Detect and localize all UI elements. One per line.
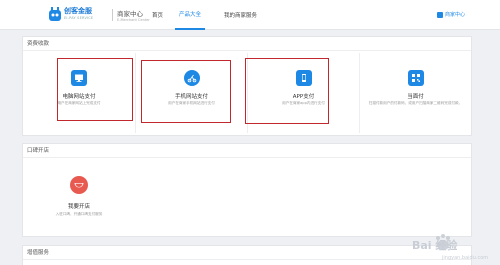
card-desc: 入驻口碑，开通口碑支付服务 bbox=[55, 212, 103, 216]
brand-divider bbox=[112, 9, 113, 21]
nav-home[interactable]: 首页 bbox=[152, 0, 163, 30]
watermark-sub: jingyan.baidu.com bbox=[441, 255, 488, 261]
brand-logo-icon bbox=[49, 7, 61, 21]
section-title: 口碑开店 bbox=[23, 144, 471, 158]
merchant-center-subtitle: E-Merchant Center bbox=[117, 18, 150, 22]
nav-my-services[interactable]: 我的商家服务 bbox=[224, 0, 257, 30]
card-desc: 扫描付款用户的付款码，或用户扫描商家二维码完成付款。 bbox=[368, 101, 463, 105]
watermark-text: Bai 经验 bbox=[412, 238, 458, 252]
nav-products[interactable]: 产品大全 bbox=[175, 0, 206, 30]
card-open-store[interactable]: 我要开店 入驻口碑，开通口碑支付服务 bbox=[23, 160, 135, 236]
section-title: 增值服务 bbox=[23, 246, 471, 260]
baidu-jingyan-watermark: Bai 经验 jingyan.baidu.com bbox=[412, 234, 488, 261]
section-title: 资费收款 bbox=[23, 37, 471, 51]
merchant-center-title: 商家中心 bbox=[117, 10, 143, 18]
qr-icon bbox=[407, 70, 424, 86]
brand-name[interactable]: 创客金服 bbox=[64, 7, 92, 15]
section-koubei-store: 口碑开店 我要开店 入驻口碑，开通口碑支付服务 bbox=[22, 143, 472, 237]
card-face-to-face-pay[interactable]: 当面付 扫描付款用户的付款码，或用户扫描商家二维码完成付款。 bbox=[359, 53, 471, 133]
watermelon-icon bbox=[70, 176, 88, 194]
top-bar: 创客金服 EI-PAY SERVICE 商家中心 E-Merchant Cent… bbox=[0, 0, 500, 30]
highlight-box-app-pay bbox=[245, 58, 329, 124]
user-center-link[interactable]: 商家中心 bbox=[436, 11, 465, 18]
card-title: 当面付 bbox=[407, 94, 424, 100]
section-value-added: 增值服务 bbox=[22, 245, 472, 265]
highlight-box-mobile-pay bbox=[141, 60, 231, 123]
brand-subtitle: EI-PAY SERVICE bbox=[64, 16, 94, 20]
card-title: 我要开店 bbox=[67, 204, 90, 210]
user-icon bbox=[436, 11, 443, 18]
user-center-label: 商家中心 bbox=[444, 12, 465, 18]
highlight-box-pc-pay bbox=[57, 58, 133, 121]
